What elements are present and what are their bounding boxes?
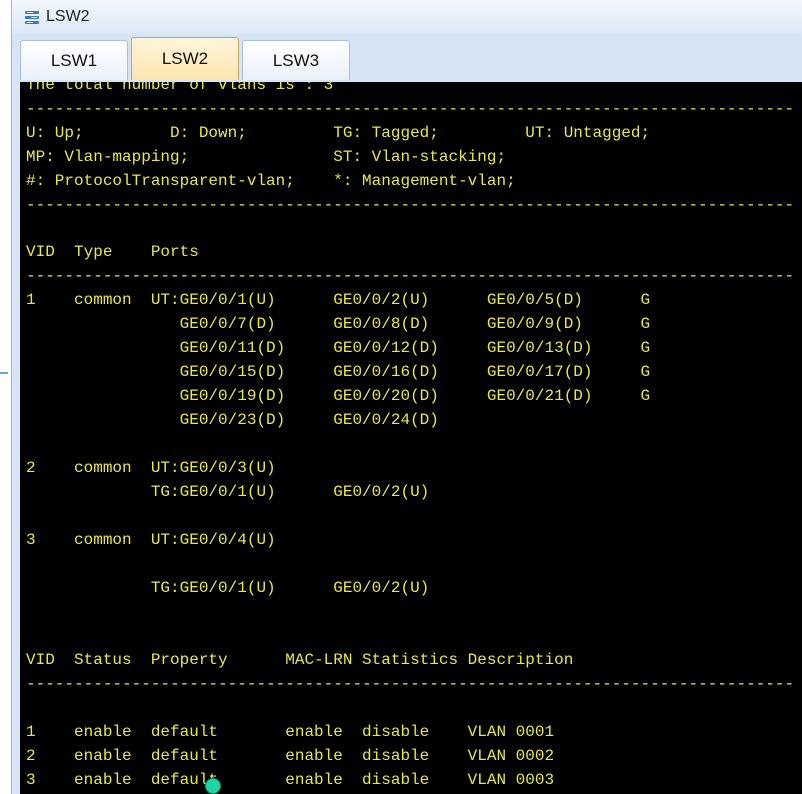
terminal-line: VID Type Ports [26,243,199,261]
terminal-line: #: ProtocolTransparent-vlan; *: Manageme… [26,172,516,190]
terminal-line: 3 enable default enable disable VLAN 000… [26,771,555,789]
terminal-separator: ----------------------------------------… [26,267,795,285]
desktop-background-strip [0,0,11,794]
console-window: LSW2 LSW1 LSW2 LSW3 The total number of … [11,0,802,794]
terminal-line: 1 enable default enable disable VLAN 000… [26,723,555,741]
terminal-line: MP: Vlan-mapping; ST: Vlan-stacking; [26,148,507,166]
terminal-separator: ----------------------------------------… [26,100,795,118]
tab-label: LSW1 [50,50,98,70]
terminal-line: GE0/0/15(D) GE0/0/16(D) GE0/0/17(D) G [26,363,651,381]
tab-label: LSW3 [272,50,320,70]
terminal-line: TG:GE0/0/1(U) GE0/0/2(U) [26,483,430,501]
terminal-line: 3 common UT:GE0/0/4(U) [26,531,276,549]
terminal-line: 1 common UT:GE0/0/1(U) GE0/0/2(U) GE0/0/… [26,291,651,309]
terminal-line: The total number of vlans is : 3 [26,82,334,94]
title-bar[interactable]: LSW2 [12,0,802,34]
terminal-line: TG:GE0/0/1(U) GE0/0/2(U) [26,579,430,597]
device-tab-bar: LSW1 LSW2 LSW3 [12,34,802,82]
terminal-output[interactable]: The total number of vlans is : 3 -------… [20,82,802,794]
terminal-line: U: Up; D: Down; TG: Tagged; UT: Untagged… [26,124,651,142]
terminal-line: GE0/0/7(D) GE0/0/8(D) GE0/0/9(D) G [26,315,651,333]
tab-lsw1[interactable]: LSW1 [20,40,128,80]
desktop-connector-line [0,372,8,374]
window-title: LSW2 [46,8,90,25]
mouse-cursor-icon [205,778,221,794]
tab-label: LSW2 [161,49,209,68]
tab-lsw3[interactable]: LSW3 [242,40,350,80]
tab-lsw2[interactable]: LSW2 [131,37,239,80]
terminal-separator: ----------------------------------------… [26,675,795,693]
terminal-line: GE0/0/19(D) GE0/0/20(D) GE0/0/21(D) G [26,387,651,405]
terminal-line: 2 enable default enable disable VLAN 000… [26,747,555,765]
switch-icon [25,11,39,24]
terminal-separator: ----------------------------------------… [26,196,795,214]
terminal-line: VID Status Property MAC-LRN Statistics D… [26,651,574,669]
terminal-line: 2 common UT:GE0/0/3(U) [26,459,276,477]
terminal-line: GE0/0/23(D) GE0/0/24(D) [26,411,439,429]
terminal-line: GE0/0/11(D) GE0/0/12(D) GE0/0/13(D) G [26,339,651,357]
